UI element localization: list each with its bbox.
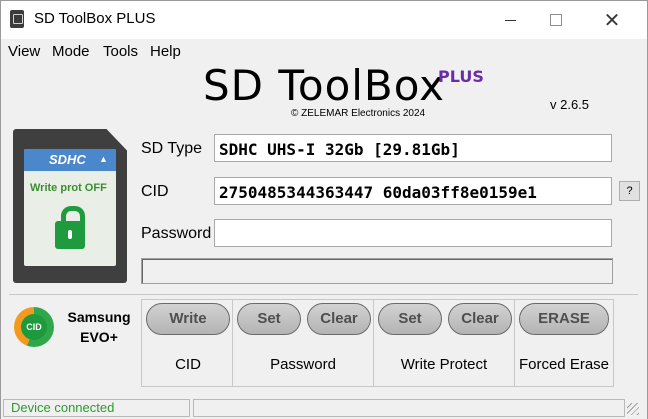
cid-help-button[interactable]: ?	[619, 181, 640, 201]
title-bar[interactable]: SD ToolBox PLUS ✕	[1, 1, 647, 39]
menu-tools[interactable]: Tools	[103, 43, 138, 60]
status-text: Device connected	[11, 400, 115, 415]
password-group-label: Password	[270, 356, 336, 373]
maximize-button[interactable]	[533, 1, 579, 39]
status-cell	[193, 399, 625, 417]
sd-card-type: SDHC	[49, 152, 86, 167]
cid-field[interactable]: 2750485344363447 60da03ff8e0159e1	[214, 177, 612, 205]
app-logo-suffix: PLUS	[438, 67, 484, 86]
close-button[interactable]: ✕	[589, 1, 635, 39]
menu-bar: View Mode Tools Help	[1, 39, 647, 63]
unlock-icon-keyhole	[68, 230, 72, 239]
sd-type-field[interactable]: SDHC UHS-I 32Gb [29.81Gb]	[214, 134, 612, 162]
app-window: SD ToolBox PLUS ✕ View Mode Tools Help S…	[0, 0, 648, 419]
divider	[232, 299, 233, 387]
vendor-model: EVO+	[80, 329, 118, 345]
password-label: Password	[141, 225, 212, 242]
write-protect-group-label: Write Protect	[400, 356, 488, 373]
write-protect-clear-button[interactable]: Clear	[448, 303, 512, 335]
card-vendor: Samsung EVO+	[63, 307, 135, 347]
write-protect-status: Write prot OFF	[30, 182, 107, 194]
write-protect-set-button[interactable]: Set	[378, 303, 442, 335]
erase-button[interactable]: ERASE	[519, 303, 609, 335]
menu-mode[interactable]: Mode	[52, 43, 90, 60]
vendor-name: Samsung	[67, 309, 131, 325]
password-input[interactable]	[214, 219, 612, 247]
progress-bar	[141, 258, 613, 284]
arrow-up-icon: ▲	[99, 154, 108, 164]
sd-card-app-icon	[10, 10, 24, 28]
divider	[373, 299, 374, 387]
forced-erase-group-label: Forced Erase	[518, 356, 610, 373]
maximize-icon	[550, 14, 562, 26]
cid-group-label: CID	[175, 356, 201, 373]
window-title: SD ToolBox PLUS	[34, 10, 156, 27]
menu-help[interactable]: Help	[150, 43, 181, 60]
divider	[9, 294, 638, 295]
password-set-button[interactable]: Set	[237, 303, 301, 335]
minimize-icon	[504, 19, 516, 21]
sd-type-label: SD Type	[141, 140, 203, 157]
version-label: v 2.6.5	[550, 97, 590, 112]
password-clear-button[interactable]: Clear	[307, 303, 371, 335]
copyright-text: © ZELEMAR Electronics 2024	[291, 108, 426, 119]
cid-label: CID	[141, 183, 169, 200]
cid-badge-text: CID	[21, 314, 47, 340]
app-logo: SD ToolBox	[203, 61, 446, 110]
cid-write-button[interactable]: Write	[146, 303, 230, 335]
menu-view[interactable]: View	[8, 43, 40, 60]
resize-grip-icon[interactable]	[627, 403, 639, 415]
divider	[514, 299, 515, 387]
close-icon: ✕	[603, 9, 621, 32]
minimize-button[interactable]	[487, 1, 533, 39]
